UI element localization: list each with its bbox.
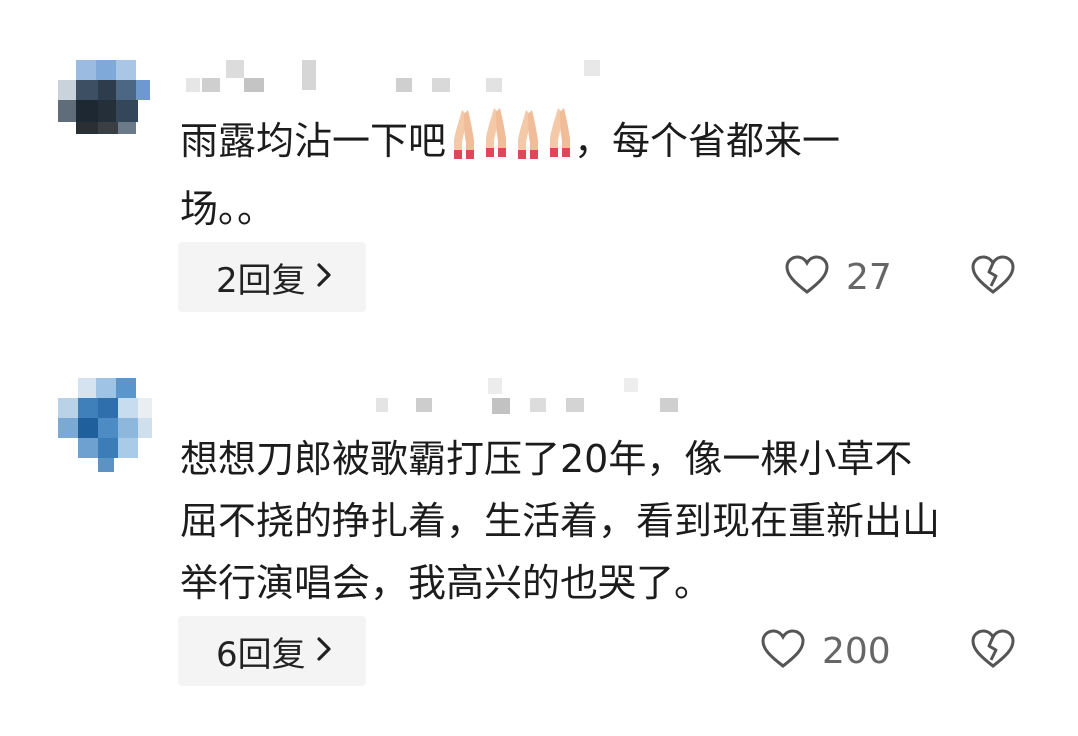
comment-text: 雨露均沾一下吧 ，每个省都来一 场。。 — [180, 104, 840, 240]
like-count: 200 — [822, 630, 891, 672]
like-button[interactable]: 200 — [760, 628, 891, 674]
comment-line: 举行演唱会，我高兴的也哭了。 — [180, 561, 713, 605]
broken-heart-icon — [970, 629, 1016, 674]
comment-line: 屈不挠的挣扎着，生活着，看到现在重新出山 — [180, 499, 941, 543]
pray-icon — [446, 104, 510, 178]
broken-heart-icon — [970, 255, 1016, 300]
chevron-right-icon — [316, 262, 332, 292]
comment-text: 想想刀郎被歌霸打压了20年，像一棵小草不 屈不挠的挣扎着，生活着，看到现在重新出… — [180, 428, 940, 614]
like-count: 27 — [846, 256, 892, 298]
dislike-button[interactable] — [970, 628, 1016, 674]
comment-item: 想想刀郎被歌霸打压了20年，像一棵小草不 屈不挠的挣扎着，生活着，看到现在重新出… — [0, 360, 1078, 736]
reply-count-label: 2回复 — [216, 260, 306, 301]
comment-item: 雨露均沾一下吧 ，每个省都来一 场。。 2回复 27 — [0, 0, 1078, 330]
reply-count-label: 6回复 — [216, 634, 306, 675]
comment-line: 雨露均沾一下吧 ，每个省都来一 — [180, 104, 840, 178]
heart-outline-icon — [784, 254, 830, 300]
user-avatar[interactable] — [58, 378, 154, 474]
username-blurred[interactable] — [370, 378, 690, 418]
chevron-right-icon — [316, 636, 332, 666]
heart-outline-icon — [760, 628, 806, 674]
comment-line: 场。。 — [180, 187, 276, 231]
comment-line: 想想刀郎被歌霸打压了20年，像一棵小草不 — [180, 437, 913, 481]
dislike-button[interactable] — [970, 254, 1016, 300]
view-replies-button[interactable]: 6回复 — [178, 616, 366, 686]
pray-icon — [510, 104, 574, 178]
view-replies-button[interactable]: 2回复 — [178, 242, 366, 312]
user-avatar[interactable] — [58, 58, 154, 154]
username-blurred[interactable] — [186, 58, 606, 98]
like-button[interactable]: 27 — [784, 254, 892, 300]
